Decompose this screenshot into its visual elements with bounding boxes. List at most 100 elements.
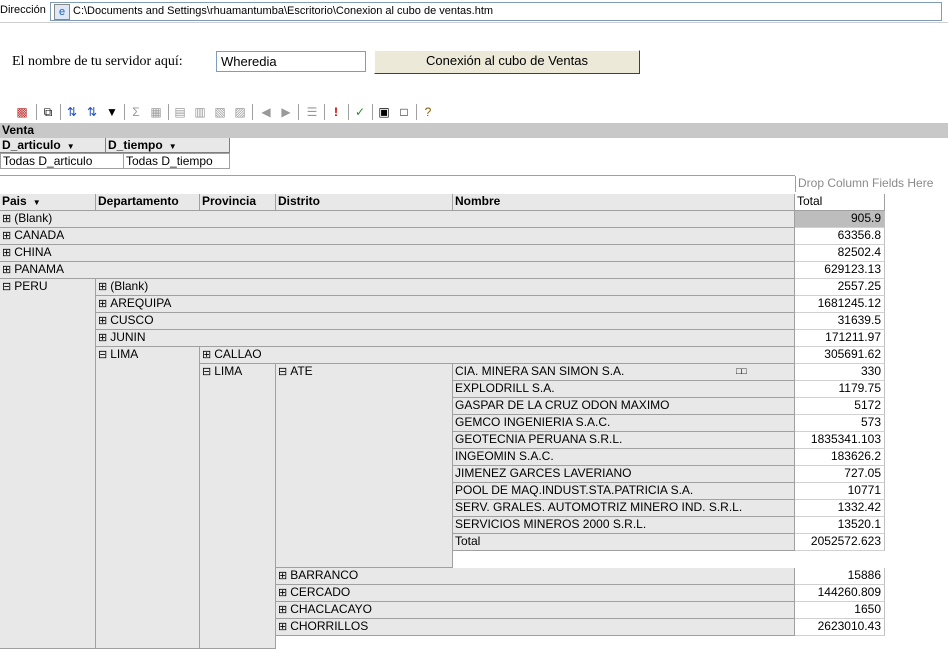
row-header-provincia[interactable]: Provincia	[200, 194, 276, 211]
expand-plus-icon[interactable]: ⊞	[98, 281, 107, 293]
row-country-china[interactable]: ⊞ CHINA	[0, 245, 795, 262]
row-district-barranco[interactable]: ⊞ BARRANCO	[276, 568, 795, 585]
copy-icon[interactable]: ⧉	[40, 104, 56, 120]
row-company[interactable]: GEMCO INGENIERIA S.A.C.	[453, 415, 795, 432]
export-excel-icon[interactable]: ✓	[352, 104, 368, 120]
expand-plus-icon[interactable]: ⊞	[2, 230, 11, 242]
exclamation-icon[interactable]: !	[328, 104, 344, 120]
total-cell[interactable]: 905.9	[795, 211, 885, 228]
office-logo-icon[interactable]: ▩	[14, 104, 30, 120]
filter-field-d-articulo[interactable]: D_articulo ▼	[0, 138, 106, 153]
row-department-blank[interactable]: ⊞ (Blank)	[96, 279, 795, 296]
row-header-distrito[interactable]: Distrito	[276, 194, 453, 211]
total-cell[interactable]: 183626.2	[795, 449, 885, 466]
row-header-departamento[interactable]: Departamento	[96, 194, 200, 211]
collapse-minus-icon[interactable]: ⊟	[98, 349, 107, 361]
help-icon[interactable]: ?	[420, 104, 436, 120]
total-cell[interactable]: 63356.8	[795, 228, 885, 245]
collapse-minus-icon[interactable]: ⊟	[2, 281, 11, 293]
total-cell[interactable]: 82502.4	[795, 245, 885, 262]
total-cell[interactable]: 15886	[795, 568, 885, 585]
row-company[interactable]: INGEOMIN S.A.C.	[453, 449, 795, 466]
total-cell[interactable]: 5172	[795, 398, 885, 415]
total-cell[interactable]: 13520.1	[795, 517, 885, 534]
field-list-icon[interactable]: ▣	[376, 104, 392, 120]
calc-totals-icon[interactable]: ▤	[172, 104, 188, 120]
total-cell[interactable]: 2557.25	[795, 279, 885, 296]
row-company[interactable]: JIMENEZ GARCES LAVERIANO	[453, 466, 795, 483]
row-company[interactable]: EXPLODRILL S.A.	[453, 381, 795, 398]
row-company[interactable]: CIA. MINERA SAN SIMON S.A. □□	[453, 364, 795, 381]
total-cell[interactable]: 305691.62	[795, 347, 885, 364]
expand-plus-icon[interactable]: ⊞	[98, 315, 107, 327]
row-company[interactable]: SERV. GRALES. AUTOMOTRIZ MINERO IND. S.R…	[453, 500, 795, 517]
collapse-minus-icon[interactable]: ⊟	[202, 366, 211, 378]
subtotal-icon[interactable]: ▦	[148, 104, 164, 120]
row-province-callao[interactable]: ⊞ CALLAO	[200, 347, 795, 364]
row-district-cercado[interactable]: ⊞ CERCADO	[276, 585, 795, 602]
connect-cube-button[interactable]: Conexión al cubo de Ventas	[374, 50, 640, 74]
address-field[interactable]: e C:\Documents and Settings\rhuamantumba…	[50, 2, 942, 21]
expand-plus-icon[interactable]: ⊞	[98, 298, 107, 310]
row-district-chaclacayo[interactable]: ⊞ CHACLACAYO	[276, 602, 795, 619]
total-cell[interactable]: 1835341.103	[795, 432, 885, 449]
expand-icon[interactable]: ▨	[232, 104, 248, 120]
row-district-ate[interactable]: ⊟ ATE	[276, 364, 453, 568]
total-cell[interactable]: 171211.97	[795, 330, 885, 347]
row-district-chorrillos[interactable]: ⊞ CHORRILLOS	[276, 619, 795, 636]
sort-descending-icon[interactable]: ⇅	[84, 104, 100, 120]
member-properties-icon[interactable]: □□	[736, 364, 747, 379]
row-company[interactable]: GEOTECNIA PERUANA S.R.L.	[453, 432, 795, 449]
row-department-cusco[interactable]: ⊞ CUSCO	[96, 313, 795, 330]
total-cell[interactable]: 1650	[795, 602, 885, 619]
expand-plus-icon[interactable]: ⊞	[278, 587, 287, 599]
row-province-lima[interactable]: ⊟ LIMA	[200, 364, 276, 649]
total-cell[interactable]: 727.05	[795, 466, 885, 483]
row-country-panama[interactable]: ⊞ PANAMA	[0, 262, 795, 279]
properties-icon[interactable]: □	[396, 104, 412, 120]
expand-plus-icon[interactable]: ⊞	[278, 621, 287, 633]
total-header[interactable]: Total	[795, 194, 885, 211]
dropdown-arrow-icon[interactable]: ▼	[169, 142, 177, 151]
row-department-arequipa[interactable]: ⊞ AREQUIPA	[96, 296, 795, 313]
total-cell[interactable]: 573	[795, 415, 885, 432]
total-cell[interactable]: 1332.42	[795, 500, 885, 517]
row-subtotal[interactable]: Total	[453, 534, 795, 551]
hide-details-icon[interactable]: ◀	[258, 104, 274, 120]
filter-field-d-tiempo[interactable]: D_tiempo ▼	[106, 138, 230, 153]
row-country-blank[interactable]: ⊞ (Blank)	[0, 211, 795, 228]
total-cell[interactable]: 2052572.623	[795, 534, 885, 551]
expand-plus-icon[interactable]: ⊞	[98, 332, 107, 344]
total-cell[interactable]: 10771	[795, 483, 885, 500]
row-company[interactable]: POOL DE MAQ.INDUST.STA.PATRICIA S.A.	[453, 483, 795, 500]
filter-value-d-articulo[interactable]: Todas D_articulo	[0, 153, 124, 169]
collapse-icon[interactable]: ▧	[212, 104, 228, 120]
total-cell[interactable]: 629123.13	[795, 262, 885, 279]
dropdown-arrow-icon[interactable]: ▼	[33, 198, 41, 207]
expand-plus-icon[interactable]: ⊞	[2, 247, 11, 259]
filter-value-d-tiempo[interactable]: Todas D_tiempo	[123, 153, 230, 169]
collapse-minus-icon[interactable]: ⊟	[278, 366, 287, 378]
total-cell[interactable]: 330	[795, 364, 885, 381]
dropdown-arrow-icon[interactable]: ▼	[67, 142, 75, 151]
expand-plus-icon[interactable]: ⊞	[202, 349, 211, 361]
expand-plus-icon[interactable]: ⊞	[2, 213, 11, 225]
expand-plus-icon[interactable]: ⊞	[278, 570, 287, 582]
server-input[interactable]: Wheredia	[216, 51, 366, 72]
expand-plus-icon[interactable]: ⊞	[278, 604, 287, 616]
refresh-icon[interactable]: ☰	[304, 104, 320, 120]
total-cell[interactable]: 1681245.12	[795, 296, 885, 313]
row-department-lima[interactable]: ⊟ LIMA	[96, 347, 200, 649]
expand-plus-icon[interactable]: ⊞	[2, 264, 11, 276]
total-cell[interactable]: 31639.5	[795, 313, 885, 330]
row-header-nombre[interactable]: Nombre	[453, 194, 795, 211]
row-country-canada[interactable]: ⊞ CANADA	[0, 228, 795, 245]
row-company[interactable]: GASPAR DE LA CRUZ ODON MAXIMO	[453, 398, 795, 415]
sort-ascending-icon[interactable]: ⇅	[64, 104, 80, 120]
total-cell[interactable]: 1179.75	[795, 381, 885, 398]
row-company[interactable]: SERVICIOS MINEROS 2000 S.R.L.	[453, 517, 795, 534]
autosum-icon[interactable]: Σ	[128, 104, 144, 120]
row-department-junin[interactable]: ⊞ JUNIN	[96, 330, 795, 347]
show-details-icon[interactable]: ▶	[278, 104, 294, 120]
total-cell[interactable]: 2623010.43	[795, 619, 885, 636]
